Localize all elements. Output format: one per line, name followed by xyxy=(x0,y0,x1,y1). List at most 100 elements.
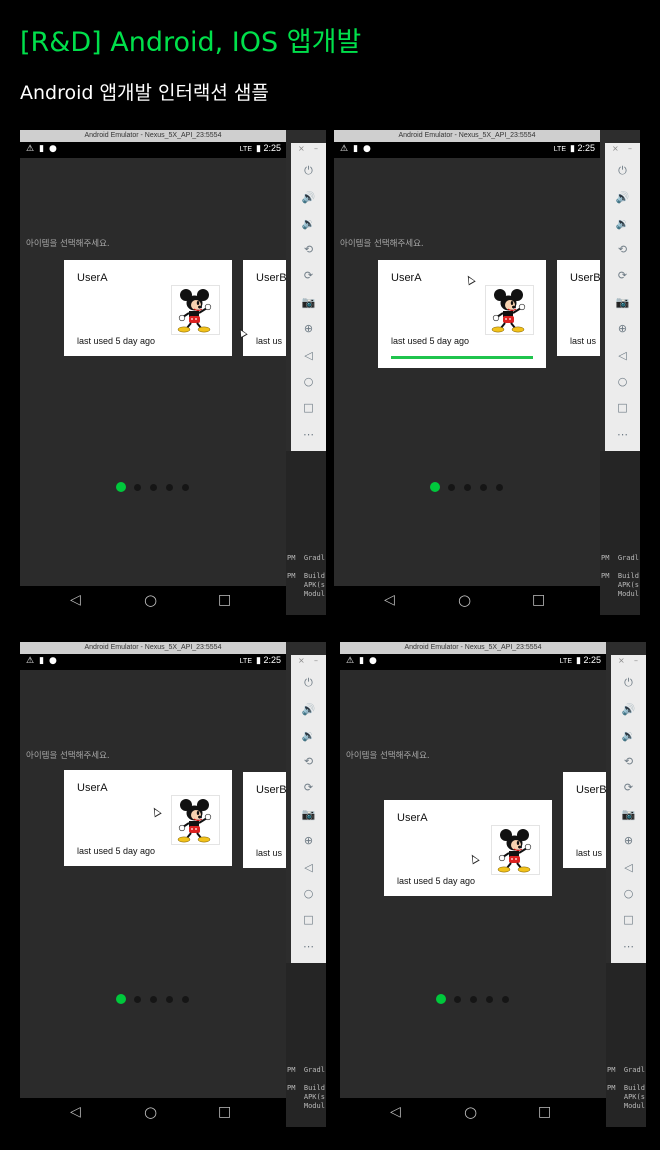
volume-down-icon[interactable]: 🔉 xyxy=(605,217,640,230)
camera-icon[interactable]: 📷 xyxy=(611,808,646,821)
emulator-title-bar: Android Emulator - Nexus_5X_API_23:5554 xyxy=(20,642,286,654)
camera-icon[interactable]: 📷 xyxy=(291,296,326,309)
page-dot[interactable] xyxy=(182,996,189,1003)
power-icon[interactable]: ⏻ xyxy=(291,676,326,690)
page-dot[interactable] xyxy=(480,484,487,491)
close-icon[interactable]: × xyxy=(618,656,625,665)
minimize-icon[interactable]: – xyxy=(314,656,318,665)
overview-icon[interactable]: □ xyxy=(605,401,640,414)
user-card[interactable]: UserA last used 5 day ago xyxy=(64,770,232,866)
nav-home-button[interactable]: ○ xyxy=(144,591,157,609)
overview-icon[interactable]: □ xyxy=(611,913,646,926)
minimize-icon[interactable]: – xyxy=(628,144,632,153)
page-dot[interactable] xyxy=(486,996,493,1003)
volume-up-icon[interactable]: 🔊 xyxy=(611,703,646,716)
page-dot[interactable] xyxy=(166,484,173,491)
nav-recent-button[interactable]: □ xyxy=(218,1104,231,1120)
user-card-next[interactable]: UserB last us xyxy=(563,772,606,868)
ide-log-panel: PM Gradl PM Build APK(s Modul xyxy=(606,963,646,1127)
volume-up-icon[interactable]: 🔊 xyxy=(291,191,326,204)
home-icon[interactable]: ○ xyxy=(291,887,326,900)
volume-up-icon[interactable]: 🔊 xyxy=(291,703,326,716)
status-time: 2:25 xyxy=(577,143,595,153)
nav-recent-button[interactable]: □ xyxy=(218,592,231,608)
side-toolbar-header: × – xyxy=(291,655,326,669)
close-icon[interactable]: × xyxy=(298,144,305,153)
minimize-icon[interactable]: – xyxy=(314,144,318,153)
back-icon[interactable]: ◁ xyxy=(291,861,326,874)
back-icon[interactable]: ◁ xyxy=(605,349,640,362)
page-dot[interactable] xyxy=(116,482,126,492)
nav-home-button[interactable]: ○ xyxy=(144,1103,157,1121)
rotate-right-icon[interactable]: ⟳ xyxy=(291,269,326,282)
nav-back-button[interactable]: ◁ xyxy=(390,1104,401,1120)
rotate-right-icon[interactable]: ⟳ xyxy=(605,269,640,282)
zoom-icon[interactable]: ⊕ xyxy=(611,834,646,847)
page-dot[interactable] xyxy=(502,996,509,1003)
volume-down-icon[interactable]: 🔉 xyxy=(291,217,326,230)
page-dot[interactable] xyxy=(436,994,446,1004)
user-card[interactable]: UserA last used 5 day ago xyxy=(384,800,552,896)
camera-icon[interactable]: 📷 xyxy=(605,296,640,309)
home-icon[interactable]: ○ xyxy=(291,375,326,388)
page-dot[interactable] xyxy=(182,484,189,491)
zoom-icon[interactable]: ⊕ xyxy=(291,322,326,335)
page-dot[interactable] xyxy=(134,484,141,491)
volume-down-icon[interactable]: 🔉 xyxy=(611,729,646,742)
status-bar: ⚠▮● LTE ▮ 2:25 xyxy=(20,654,286,670)
back-icon[interactable]: ◁ xyxy=(291,349,326,362)
home-icon[interactable]: ○ xyxy=(611,887,646,900)
user-card-next-last-used: last us xyxy=(256,848,283,858)
user-card[interactable]: UserA last used 5 day ago xyxy=(378,260,546,368)
nav-recent-button[interactable]: □ xyxy=(532,592,545,608)
more-icon[interactable]: ⋯ xyxy=(291,428,326,441)
page-dot[interactable] xyxy=(454,996,461,1003)
rotate-left-icon[interactable]: ⟲ xyxy=(291,243,326,256)
user-card-next[interactable]: UserB last us xyxy=(243,772,286,868)
press-progress-bar xyxy=(391,356,533,359)
page-dot[interactable] xyxy=(166,996,173,1003)
page-dot[interactable] xyxy=(150,484,157,491)
page-dot[interactable] xyxy=(116,994,126,1004)
rotate-right-icon[interactable]: ⟳ xyxy=(611,781,646,794)
power-icon[interactable]: ⏻ xyxy=(605,164,640,178)
home-icon[interactable]: ○ xyxy=(605,375,640,388)
page-dot[interactable] xyxy=(470,996,477,1003)
more-icon[interactable]: ⋯ xyxy=(605,428,640,441)
page-dot[interactable] xyxy=(430,482,440,492)
navigation-bar: ◁ ○ □ xyxy=(334,586,600,615)
more-icon[interactable]: ⋯ xyxy=(291,940,326,953)
page-dot[interactable] xyxy=(134,996,141,1003)
nav-back-button[interactable]: ◁ xyxy=(70,1104,81,1120)
back-icon[interactable]: ◁ xyxy=(611,861,646,874)
user-card-next[interactable]: UserB last us xyxy=(557,260,600,356)
page-dot[interactable] xyxy=(464,484,471,491)
user-card-next[interactable]: UserB last us xyxy=(243,260,286,356)
close-icon[interactable]: × xyxy=(298,656,305,665)
close-icon[interactable]: × xyxy=(612,144,619,153)
zoom-icon[interactable]: ⊕ xyxy=(291,834,326,847)
overview-icon[interactable]: □ xyxy=(291,913,326,926)
zoom-icon[interactable]: ⊕ xyxy=(605,322,640,335)
user-card[interactable]: UserA last used 5 day ago xyxy=(64,260,232,356)
overview-icon[interactable]: □ xyxy=(291,401,326,414)
rotate-right-icon[interactable]: ⟳ xyxy=(291,781,326,794)
nav-home-button[interactable]: ○ xyxy=(464,1103,477,1121)
minimize-icon[interactable]: – xyxy=(634,656,638,665)
rotate-left-icon[interactable]: ⟲ xyxy=(605,243,640,256)
rotate-left-icon[interactable]: ⟲ xyxy=(291,755,326,768)
page-dot[interactable] xyxy=(448,484,455,491)
power-icon[interactable]: ⏻ xyxy=(291,164,326,178)
camera-icon[interactable]: 📷 xyxy=(291,808,326,821)
power-icon[interactable]: ⏻ xyxy=(611,676,646,690)
volume-up-icon[interactable]: 🔊 xyxy=(605,191,640,204)
nav-recent-button[interactable]: □ xyxy=(538,1104,551,1120)
rotate-left-icon[interactable]: ⟲ xyxy=(611,755,646,768)
volume-down-icon[interactable]: 🔉 xyxy=(291,729,326,742)
page-dot[interactable] xyxy=(150,996,157,1003)
nav-home-button[interactable]: ○ xyxy=(458,591,471,609)
nav-back-button[interactable]: ◁ xyxy=(384,592,395,608)
nav-back-button[interactable]: ◁ xyxy=(70,592,81,608)
page-dot[interactable] xyxy=(496,484,503,491)
more-icon[interactable]: ⋯ xyxy=(611,940,646,953)
